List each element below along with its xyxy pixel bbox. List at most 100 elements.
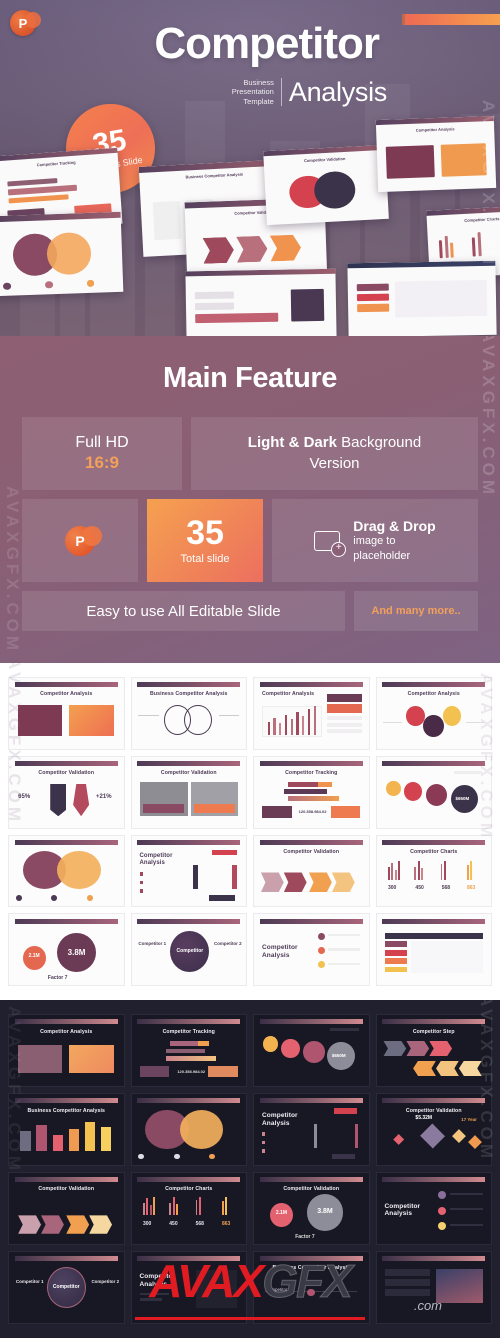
slide-row: Business Competitor Analysis Competitor …: [8, 1093, 492, 1166]
competitor-right-label: Competitor 2: [91, 1278, 120, 1284]
dark-slides-grid: Competitor Analysis Competitor Tracking …: [0, 994, 500, 1338]
drag-drop-text: Drag & Drop image to placeholder: [353, 518, 435, 563]
slide-thumbnail[interactable]: Competitor Charts 300 450 568 863: [375, 834, 492, 908]
validation-value: $5.32M: [415, 1115, 433, 1122]
hero-kicker-line3: Template: [243, 96, 274, 106]
slide-title: Competitor Analysis: [139, 852, 173, 866]
slide-header-bar: [14, 682, 118, 688]
slide-header-bar: [259, 761, 363, 766]
tracking-total: 120.358.984.02: [177, 1069, 206, 1075]
validation-right-value: +21%: [96, 793, 112, 800]
slide-thumbnail[interactable]: Competitor Validation 65% +21%: [8, 755, 125, 829]
slide-title: Competitor Analysis: [262, 944, 298, 959]
slide-header-bar: [382, 1255, 486, 1261]
slide-thumbnail[interactable]: Competitor Analysis: [130, 834, 247, 908]
slide-header-bar: [137, 1255, 241, 1261]
validation-left-value: 65%: [18, 793, 31, 800]
slide-thumbnail[interactable]: Business Competitor Analysis: [130, 677, 247, 750]
slide-title: Competitor Tracking: [285, 770, 338, 777]
slide-thumbnail[interactable]: Competitor Analysis: [375, 1171, 492, 1245]
slide-row: 2.1M 3.8M Factor 7 Competitor Competitor…: [8, 913, 492, 987]
slide-thumbnail[interactable]: Competitor Charts 300 450 568 863: [130, 1171, 247, 1245]
slide-header-bar: [259, 1255, 363, 1261]
slide-row: Competitor Validation Competitor Charts …: [8, 1171, 492, 1245]
slide-row: Competitor Analysis Competitor Tracking …: [8, 1014, 492, 1088]
full-hd-label: Full HD: [75, 434, 129, 451]
slide-header-bar: [382, 1098, 486, 1104]
slide-thumbnail[interactable]: Competitor Validation $5.32M 17 Year: [375, 1093, 492, 1166]
slide-header-bar: [259, 839, 363, 845]
slide-header-bar: [137, 682, 241, 688]
slide-thumbnail[interactable]: Business Competitor Analysis Competitor …: [253, 1250, 370, 1324]
watermark-side: AVAXGFX.COM: [3, 486, 22, 655]
slide-header-bar: [137, 839, 241, 845]
slide-thumbnail[interactable]: Competitor Validation 2.1M 3.8M Factor 7: [253, 1171, 370, 1245]
total-slide-number: 35: [186, 514, 224, 552]
slide-title: Competitor Validation: [160, 770, 217, 777]
slide-header-bar: [14, 1098, 118, 1104]
slide-thumbnail[interactable]: Competitor Tracking 120.358.984.02: [130, 1014, 247, 1088]
slide-thumbnail[interactable]: Competitor Validation: [253, 834, 370, 908]
slide-title: Competitor Charts: [165, 1186, 213, 1193]
hero-banner: P Competitor Business Presentation Templ…: [0, 0, 500, 336]
feature-row-1: Full HD 16:9 Light & Dark Background Ver…: [22, 417, 478, 490]
feature-card-powerpoint: P: [22, 499, 138, 582]
bubble-value: 3.8M: [67, 948, 86, 958]
hero-mock-slide: Competitor Analysis: [375, 115, 497, 193]
bubble-value: 2.1M: [28, 953, 40, 960]
bubble-caption: Factor 7: [295, 1233, 315, 1240]
hero-kicker-line1: Business: [243, 78, 274, 87]
slide-header-bar: [14, 839, 118, 845]
slide-header-bar: [14, 1019, 118, 1025]
chart-value: 863: [466, 885, 476, 892]
slide-thumbnail[interactable]: [375, 1250, 492, 1324]
slide-thumbnail[interactable]: [8, 834, 125, 908]
slide-header-bar: [382, 682, 486, 688]
slide-thumbnail[interactable]: Competitor Analysis: [253, 913, 370, 987]
hero-divider: [280, 78, 282, 107]
slide-thumbnail[interactable]: $650M: [375, 755, 492, 829]
slide-thumbnail[interactable]: Competitor Analysis: [8, 677, 125, 750]
slide-thumbnail[interactable]: Competitor Analysis: [375, 677, 492, 750]
slide-thumbnail[interactable]: Competitor Step: [375, 1014, 492, 1088]
slide-thumbnail[interactable]: Competitor Validation: [130, 755, 247, 829]
powerpoint-icon: P: [65, 525, 102, 556]
slide-header-bar: [137, 1019, 241, 1025]
slide-thumbnail[interactable]: Competitor Competitor 1 Competitor 2: [8, 1250, 125, 1324]
bubble-caption: Factor 7: [47, 975, 68, 982]
slide-title: Competitor Analysis: [262, 1112, 298, 1128]
hero-subtitle: Analysis: [288, 76, 387, 107]
slide-header-bar: [14, 1177, 118, 1183]
slide-thumbnail[interactable]: 2.1M 3.8M Factor 7: [8, 913, 125, 987]
chart-value: 300: [142, 1221, 152, 1228]
chart-value: 568: [195, 1221, 204, 1228]
drag-drop-line1: image to: [353, 535, 396, 548]
slide-thumbnail[interactable]: Competitor Analysis: [8, 1014, 125, 1088]
hero-subtitle-row: Business Presentation Template Analysis: [232, 76, 387, 107]
slide-thumbnail[interactable]: Competitor Analysis: [130, 1250, 247, 1324]
chart-value: 568: [441, 885, 451, 892]
slide-header-bar: [14, 918, 118, 924]
slide-header-bar: [382, 1019, 486, 1025]
slide-title: Competitor Analysis: [262, 691, 315, 698]
slide-thumbnail[interactable]: Competitor Competitor 1 Competitor 2: [130, 913, 247, 987]
slide-thumbnail[interactable]: Business Competitor Analysis: [8, 1093, 125, 1166]
slide-thumbnail[interactable]: [375, 913, 492, 987]
slide-thumbnail[interactable]: $650M: [253, 1014, 370, 1088]
slide-header-bar: [382, 761, 486, 766]
slide-thumbnail[interactable]: Competitor Validation: [8, 1171, 125, 1245]
slide-header-bar: [259, 1098, 363, 1104]
slide-title: Competitor Tracking: [162, 1028, 215, 1035]
slide-header-bar: [137, 1177, 241, 1183]
slide-row: Competitor Competitor 1 Competitor 2 Com…: [8, 1250, 492, 1324]
slide-thumbnail[interactable]: Competitor Tracking 120.358.984.02: [253, 755, 370, 829]
slide-title: Competitor Validation: [38, 770, 95, 777]
slide-header-bar: [382, 918, 486, 924]
slide-header-bar: [259, 918, 363, 924]
page-title: Competitor: [154, 19, 380, 68]
slide-thumbnail[interactable]: Competitor Analysis: [253, 1093, 370, 1166]
feature-card-full-hd: Full HD 16:9: [22, 417, 182, 490]
slide-thumbnail[interactable]: [130, 1093, 247, 1166]
competitor-right-label: Competitor 2: [213, 941, 242, 947]
slide-thumbnail[interactable]: Competitor Analysis: [253, 677, 370, 750]
